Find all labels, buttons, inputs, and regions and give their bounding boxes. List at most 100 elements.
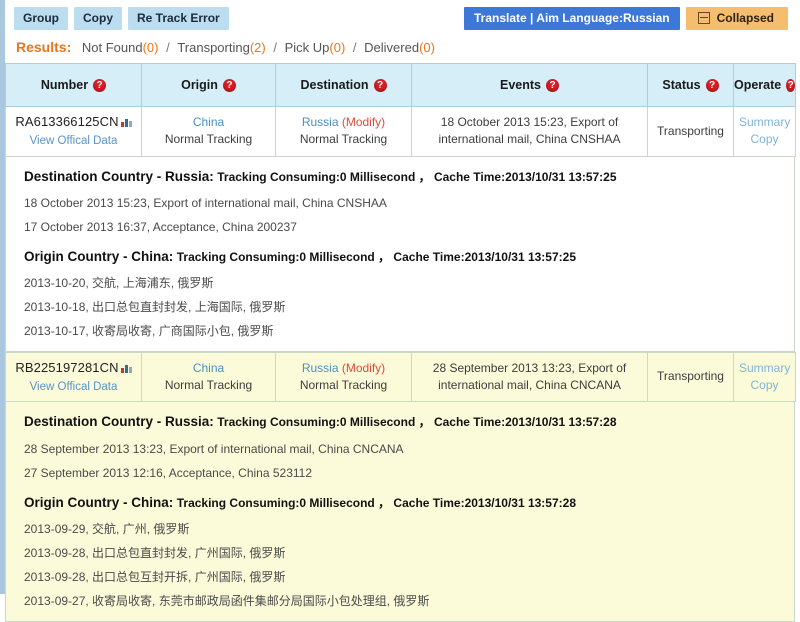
result-not-found[interactable]: Not Found(0) bbox=[82, 40, 159, 55]
group-button[interactable]: Group bbox=[14, 7, 68, 30]
cell-status: Transporting bbox=[647, 106, 734, 157]
column-header-number[interactable]: Number? bbox=[5, 63, 142, 107]
results-label: Results: bbox=[16, 39, 72, 55]
copy-button[interactable]: Copy bbox=[74, 7, 122, 30]
column-header-destination-label: Destination bbox=[300, 78, 369, 92]
result-not-found-name: Not Found bbox=[81, 40, 143, 55]
origin-section-heading: Origin Country - China: bbox=[24, 248, 174, 264]
origin-section-heading: Origin Country - China: bbox=[24, 494, 174, 510]
table-row: RA613366125CN View Offical Data China No… bbox=[5, 106, 796, 157]
detail-event: 2013-09-28, 出口总包直封封发, 广州国际, 俄罗斯 bbox=[24, 545, 286, 560]
tracking-table-header: Number? Origin? Destination? Events? Sta… bbox=[5, 63, 796, 157]
detail-panel: Destination Country - Russia: Tracking C… bbox=[5, 156, 795, 352]
result-delivered-count: (0) bbox=[419, 40, 435, 55]
detail-event: 27 September 2013 12:16, Acceptance, Chi… bbox=[24, 465, 312, 480]
origin-section-meta: Tracking Consuming:0 Millisecond ， Cache… bbox=[176, 249, 576, 264]
help-icon[interactable]: ? bbox=[373, 78, 387, 92]
result-delivered[interactable]: Delivered(0) bbox=[364, 40, 435, 55]
collapsed-label: Collapsed bbox=[716, 11, 774, 25]
destination-section-title: Destination Country - Russia: Tracking C… bbox=[24, 414, 794, 430]
toolbar-left-buttons: Group Copy Re Track Error bbox=[14, 7, 229, 30]
re-track-error-button[interactable]: Re Track Error bbox=[128, 7, 229, 30]
result-transporting[interactable]: Transporting(2) bbox=[177, 40, 265, 55]
destination-section-heading: Destination Country - Russia: bbox=[24, 414, 214, 430]
detail-event: 2013-09-29, 交航, 广州, 俄罗斯 bbox=[24, 521, 190, 536]
destination-section-title: Destination Country - Russia: Tracking C… bbox=[24, 169, 794, 185]
detail-event: 17 October 2013 16:37, Acceptance, China… bbox=[24, 219, 297, 234]
origin-section-title: Origin Country - China: Tracking Consumi… bbox=[24, 495, 794, 511]
copy-link[interactable]: Copy bbox=[739, 131, 790, 148]
detail-event: 2013-09-28, 出口总包互封开拆, 广州国际, 俄罗斯 bbox=[24, 569, 286, 584]
cell-origin: China Normal Tracking bbox=[141, 106, 276, 157]
help-icon[interactable]: ? bbox=[222, 78, 236, 92]
result-pick-up-name: Pick Up bbox=[284, 40, 330, 55]
column-header-number-label: Number bbox=[40, 78, 89, 92]
help-icon[interactable]: ? bbox=[93, 78, 107, 92]
tracking-number[interactable]: RA613366125CN bbox=[15, 114, 118, 129]
cell-latest-event: 18 October 2013 15:23, Export of interna… bbox=[411, 106, 648, 157]
mini-bar-chart-icon[interactable] bbox=[120, 118, 132, 127]
translate-language-button[interactable]: Translate | Aim Language:Russian bbox=[464, 7, 680, 30]
destination-country[interactable]: Russia bbox=[302, 115, 339, 129]
column-header-origin[interactable]: Origin? bbox=[141, 63, 276, 107]
destination-section-heading: Destination Country - Russia: bbox=[24, 168, 214, 184]
table-header-row: Number? Origin? Destination? Events? Sta… bbox=[5, 63, 796, 107]
cell-origin: China Normal Tracking bbox=[141, 351, 276, 403]
summary-link[interactable]: Summary bbox=[739, 360, 790, 377]
column-header-events[interactable]: Events? bbox=[411, 63, 648, 107]
cell-destination: Russia (Modify) Normal Tracking bbox=[275, 351, 412, 403]
help-icon[interactable]: ? bbox=[786, 78, 795, 92]
cell-operate: Summary Copy bbox=[733, 351, 796, 403]
origin-country[interactable]: China bbox=[193, 115, 224, 129]
cell-number: RB225197281CN View Offical Data bbox=[5, 351, 142, 403]
minus-box-icon bbox=[697, 12, 710, 24]
destination-mode: Normal Tracking bbox=[299, 132, 388, 147]
detail-event: 2013-10-20, 交航, 上海浦东, 俄罗斯 bbox=[24, 275, 214, 290]
copy-link[interactable]: Copy bbox=[739, 377, 790, 394]
destination-mode: Normal Tracking bbox=[299, 378, 388, 393]
column-header-operate[interactable]: Operate? bbox=[733, 63, 796, 107]
result-pick-up[interactable]: Pick Up(0) bbox=[285, 40, 346, 55]
detail-event: 2013-10-18, 出口总包直封封发, 上海国际, 俄罗斯 bbox=[24, 299, 286, 314]
view-offical-data-link[interactable]: View Offical Data bbox=[11, 133, 136, 150]
result-transporting-count: (2) bbox=[249, 40, 266, 55]
result-separator-1: / bbox=[166, 40, 170, 55]
column-header-destination[interactable]: Destination? bbox=[275, 63, 412, 107]
help-icon[interactable]: ? bbox=[546, 78, 559, 92]
help-icon[interactable]: ? bbox=[705, 78, 719, 92]
result-pick-up-count: (0) bbox=[329, 40, 346, 55]
result-separator-3: / bbox=[352, 40, 357, 55]
detail-event: 2013-10-17, 收寄局收寄, 广商国际小包, 俄罗斯 bbox=[24, 323, 274, 338]
results-summary: Results: Not Found(0) / Transporting(2) … bbox=[5, 36, 800, 63]
column-header-origin-label: Origin bbox=[181, 78, 218, 92]
toolbar-right-buttons: Translate | Aim Language:Russian Collaps… bbox=[464, 7, 794, 30]
destination-country[interactable]: Russia bbox=[302, 361, 339, 375]
view-offical-data-link[interactable]: View Offical Data bbox=[11, 379, 136, 396]
cell-latest-event: 28 September 2013 13:23, Export of inter… bbox=[411, 351, 648, 403]
detail-event: 2013-09-27, 收寄局收寄, 东莞市邮政局函件集邮分局国际小包处理组, … bbox=[24, 593, 430, 608]
summary-link[interactable]: Summary bbox=[739, 114, 790, 131]
mini-bar-chart-icon[interactable] bbox=[120, 364, 132, 373]
cell-status: Transporting bbox=[647, 351, 734, 403]
tracking-number[interactable]: RB225197281CN bbox=[15, 360, 118, 375]
column-header-status-label: Status bbox=[662, 78, 701, 92]
top-toolbar: Group Copy Re Track Error Translate | Ai… bbox=[5, 0, 800, 36]
destination-section-meta: Tracking Consuming:0 Millisecond ， Cache… bbox=[217, 169, 617, 184]
origin-mode: Normal Tracking bbox=[164, 378, 253, 393]
origin-country[interactable]: China bbox=[193, 361, 224, 375]
cell-destination: Russia (Modify) Normal Tracking bbox=[275, 106, 412, 157]
result-not-found-count: (0) bbox=[142, 40, 159, 55]
destination-modify-link[interactable]: (Modify) bbox=[342, 361, 385, 375]
column-header-status[interactable]: Status? bbox=[647, 63, 734, 107]
collapsed-toggle-button[interactable]: Collapsed bbox=[685, 7, 788, 30]
column-header-operate-label: Operate bbox=[734, 78, 782, 92]
table-row: RB225197281CN View Offical Data China No… bbox=[5, 351, 796, 403]
detail-panel: Destination Country - Russia: Tracking C… bbox=[5, 402, 795, 622]
destination-section-meta: Tracking Consuming:0 Millisecond ， Cache… bbox=[217, 415, 617, 430]
origin-section-title: Origin Country - China: Tracking Consumi… bbox=[24, 249, 794, 265]
column-header-events-label: Events bbox=[500, 78, 541, 92]
destination-modify-link[interactable]: (Modify) bbox=[342, 115, 385, 129]
detail-event: 28 September 2013 13:23, Export of inter… bbox=[24, 441, 404, 456]
origin-mode: Normal Tracking bbox=[164, 132, 253, 147]
tracking-table-second-row: RB225197281CN View Offical Data China No… bbox=[5, 351, 796, 403]
